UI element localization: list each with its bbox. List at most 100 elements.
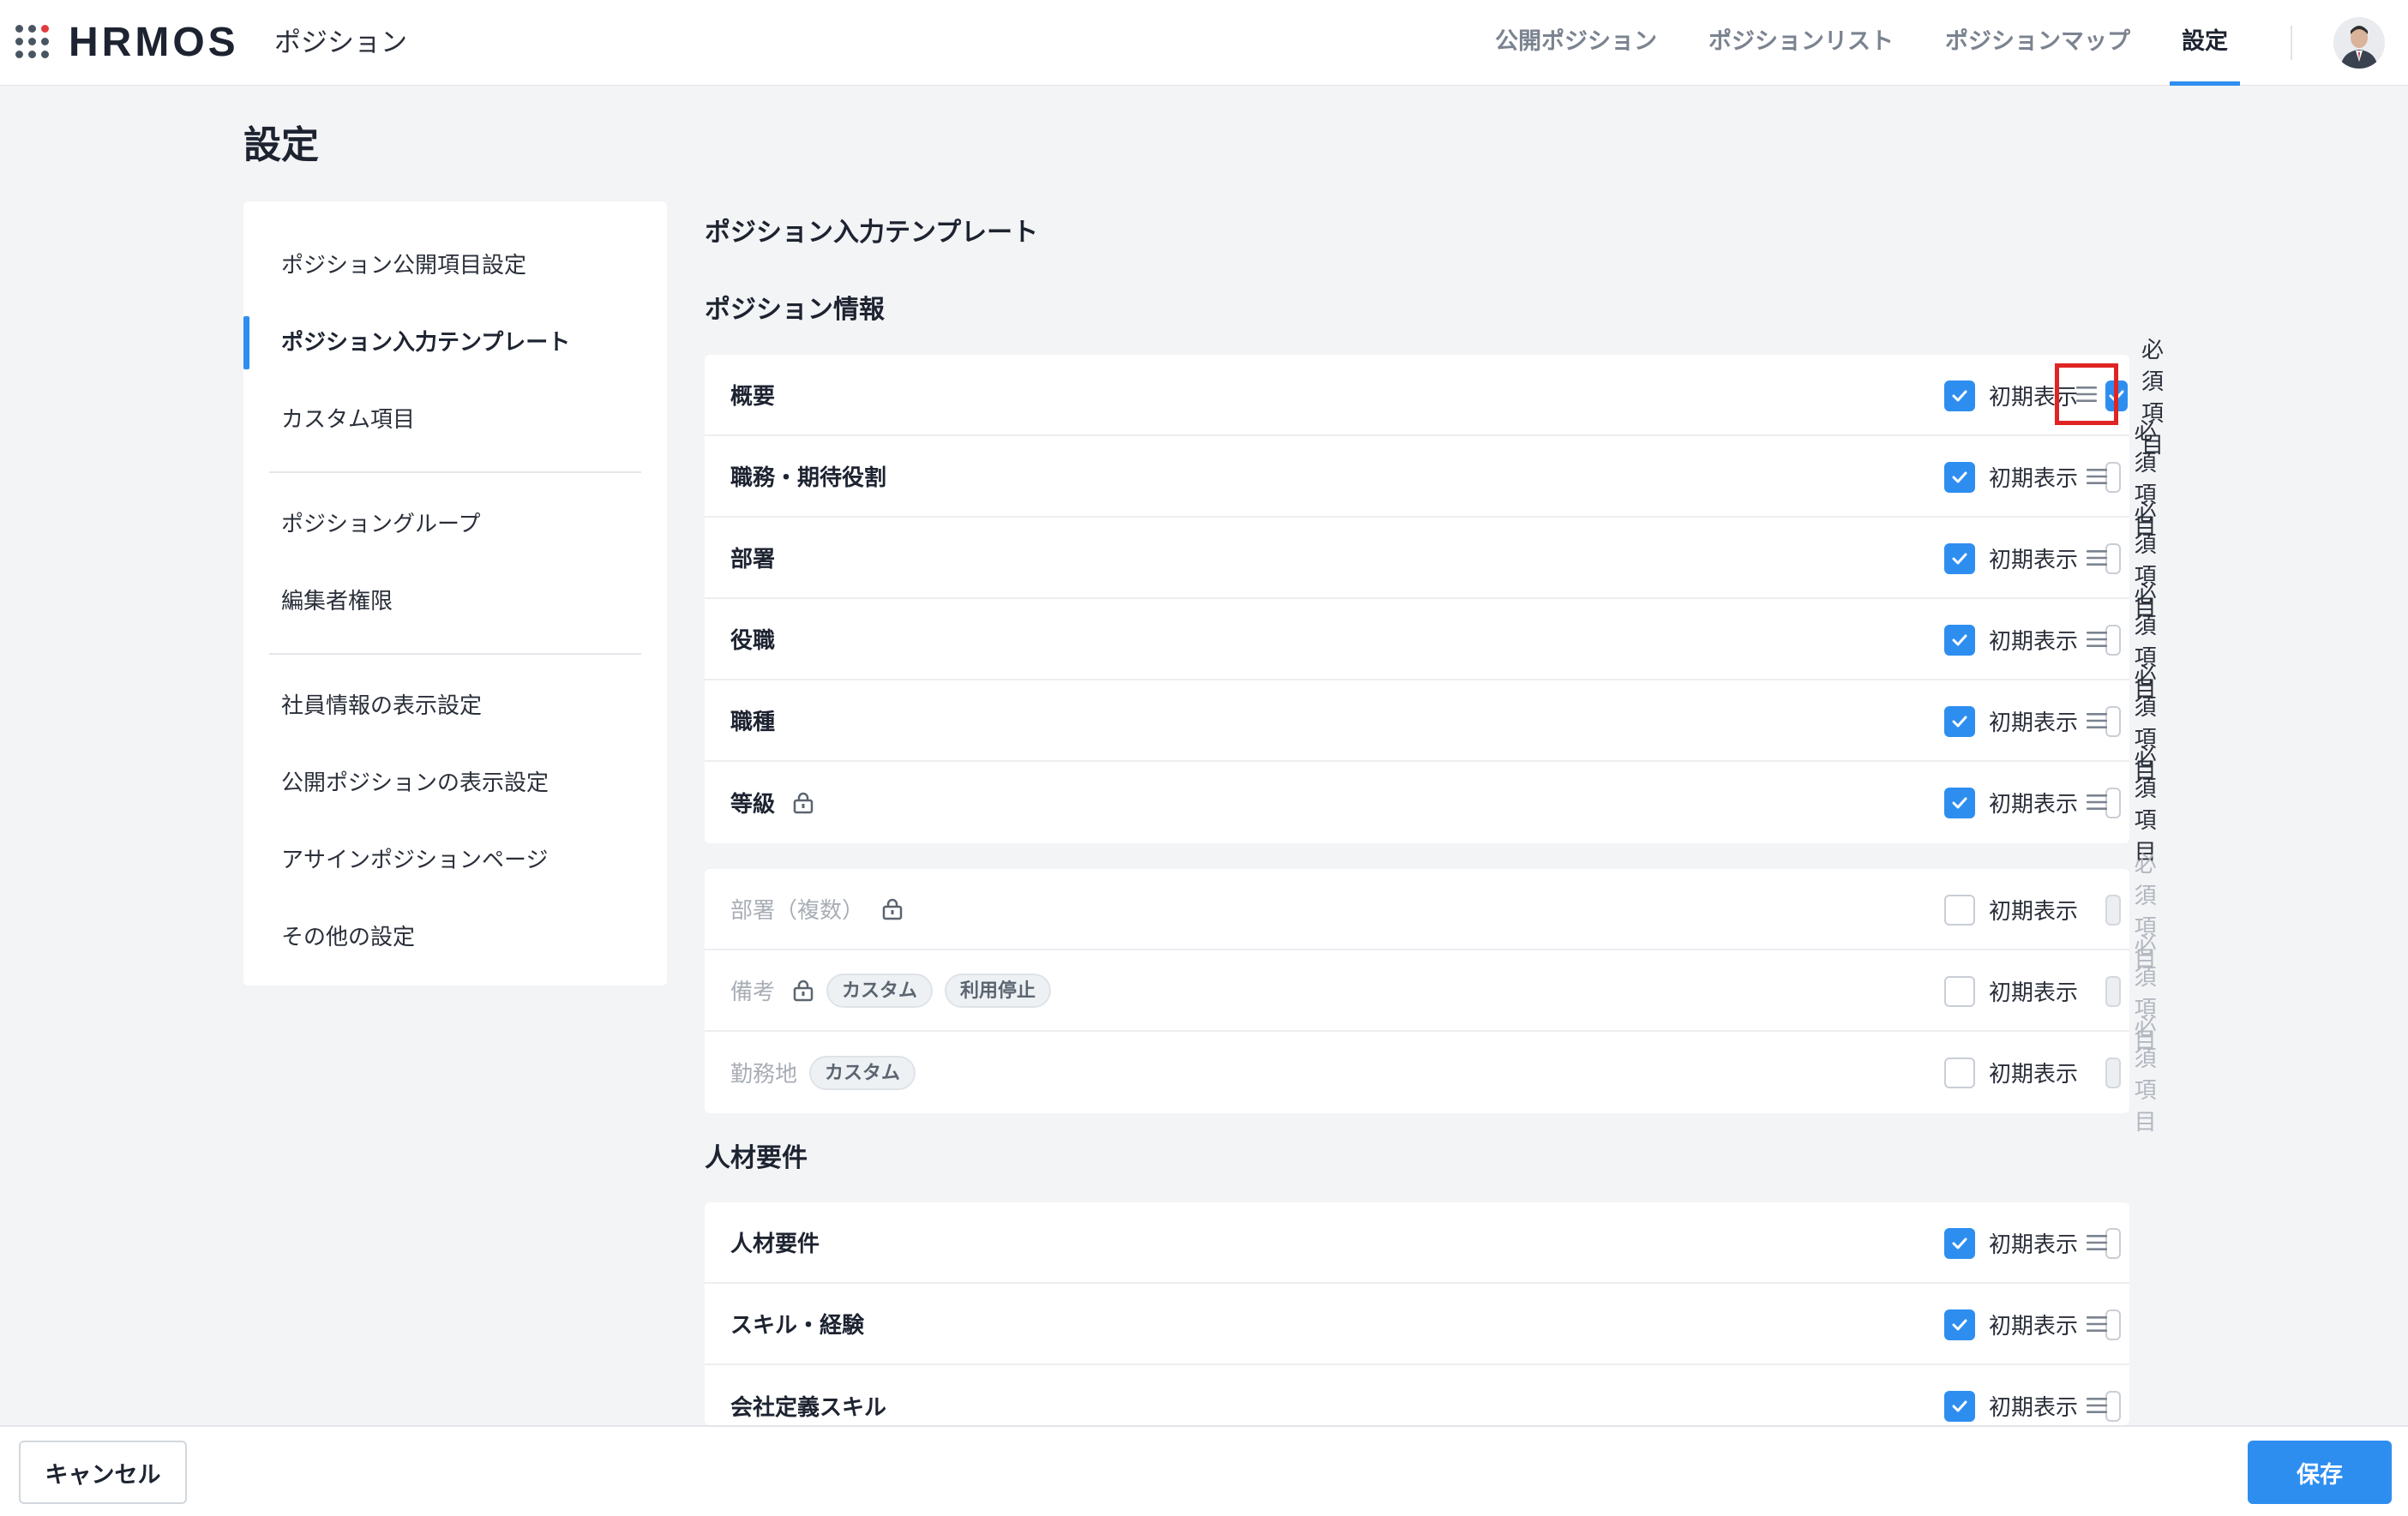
- sidebar-item[interactable]: カスタム項目: [243, 381, 667, 458]
- lock-icon: [792, 980, 814, 1002]
- nav-tab-2[interactable]: ポジションマップ: [1919, 0, 2156, 86]
- field-row[interactable]: 会社定義スキル初期表示必須項目: [705, 1365, 2129, 1425]
- drag-handle-icon[interactable]: [2080, 1307, 2114, 1341]
- nav-tab-0[interactable]: 公開ポジション: [1469, 0, 1683, 86]
- field-label-group: 会社定義スキル: [730, 1390, 886, 1422]
- field-row[interactable]: 概要 初期表示 必須項目: [705, 338, 2164, 458]
- drag-handle-icon[interactable]: [2080, 1388, 2114, 1423]
- initial-display-label: 初期表示: [1989, 1395, 2079, 1421]
- sidebar-item[interactable]: ポジショングループ: [243, 486, 667, 563]
- field-label-group: 部署（複数）: [730, 893, 904, 925]
- field-label-group: 役職: [730, 623, 775, 655]
- drag-handle-icon[interactable]: [2080, 459, 2114, 494]
- initial-display-toggle[interactable]: 初期表示: [1944, 680, 2078, 762]
- initial-display-checkbox[interactable]: [1944, 624, 1975, 656]
- sidebar-item[interactable]: アサインポジションページ: [243, 822, 667, 899]
- initial-display-checkbox[interactable]: [1944, 461, 1975, 493]
- app-switcher-icon[interactable]: [15, 25, 50, 59]
- initial-display-checkbox[interactable]: [1944, 1227, 1975, 1259]
- initial-display-toggle[interactable]: 初期表示: [1944, 355, 2078, 436]
- sidebar-item[interactable]: その他の設定: [243, 899, 667, 976]
- initial-display-toggle[interactable]: 初期表示: [1944, 518, 2078, 599]
- lock-icon: [792, 792, 814, 814]
- initial-display-checkbox[interactable]: [1944, 975, 1975, 1007]
- initial-display-checkbox[interactable]: [1944, 1057, 1975, 1088]
- field-label: 職種: [730, 710, 776, 735]
- field-label-group: 概要: [730, 379, 775, 410]
- field-row[interactable]: 人材要件初期表示必須項目: [705, 1202, 2129, 1284]
- nav-tab-1[interactable]: ポジションリスト: [1683, 0, 1919, 86]
- field-row: 勤務地 カスタム 初期表示 必須項目: [705, 1015, 2157, 1136]
- disabled-fields-card: 部署（複数） 初期表示 必須項目 備考 カスタム 利用停止 初期表示 必須項目 勤務地 カスタム初…: [705, 852, 2157, 1136]
- footer-bar: キャンセル 保存: [0, 1425, 2408, 1516]
- position-info-card: 概要 初期表示 必須項目 職務・期待役割 初期表示 必須項目 部署 初期表示 必須項目 役職 初期表…: [705, 338, 2164, 866]
- required-toggle[interactable]: 必須項目: [2105, 745, 2172, 866]
- talent-requirements-card: 人材要件初期表示必須項目スキル・経験初期表示必須項目会社定義スキル初期表示必須項…: [705, 1202, 2129, 1425]
- initial-display-checkbox[interactable]: [1944, 1309, 1975, 1340]
- field-label-group: 職種: [730, 704, 775, 736]
- drag-handle-icon[interactable]: [2080, 785, 2114, 819]
- initial-display-checkbox[interactable]: [1944, 542, 1975, 574]
- field-label-group: 等級: [730, 787, 814, 818]
- initial-display-toggle[interactable]: 初期表示: [1944, 762, 2078, 843]
- field-label: 役職: [730, 628, 776, 654]
- initial-display-toggle[interactable]: 初期表示: [1944, 1365, 2078, 1425]
- field-row[interactable]: スキル・経験初期表示必須項目: [705, 1284, 2129, 1365]
- field-label-group: 勤務地 カスタム: [730, 1055, 916, 1090]
- initial-display-toggle[interactable]: 初期表示: [1944, 1284, 2078, 1365]
- field-row[interactable]: 職務・期待役割 初期表示 必須項目: [705, 419, 2157, 540]
- required-checkbox: [2105, 975, 2121, 1007]
- initial-display-label: 初期表示: [1989, 710, 2079, 736]
- initial-display-label: 初期表示: [1989, 1232, 2079, 1258]
- sidebar-item[interactable]: 社員情報の表示設定: [243, 668, 667, 745]
- lock-icon: [881, 898, 904, 920]
- initial-display-label: 初期表示: [1989, 1314, 2079, 1339]
- initial-display-toggle[interactable]: 初期表示: [1944, 950, 2078, 1032]
- field-row[interactable]: 部署 初期表示 必須項目: [705, 500, 2157, 621]
- nav-tab-3[interactable]: 設定: [2156, 0, 2254, 86]
- template-heading: ポジション入力テンプレート: [705, 218, 1039, 248]
- field-label: 職務・期待役割: [730, 465, 887, 491]
- initial-display-checkbox[interactable]: [1944, 894, 1975, 926]
- initial-display-label: 初期表示: [1989, 792, 2079, 818]
- initial-display-toggle[interactable]: 初期表示: [1944, 1032, 2078, 1113]
- field-row[interactable]: 役職 初期表示 必須項目: [705, 582, 2157, 703]
- initial-display-checkbox[interactable]: [1944, 787, 1975, 818]
- user-avatar[interactable]: [2333, 17, 2385, 69]
- sidebar-item[interactable]: 公開ポジションの表示設定: [243, 745, 667, 822]
- field-label-group: 備考 カスタム 利用停止: [730, 973, 1052, 1008]
- sidebar-item[interactable]: ポジション公開項目設定: [243, 227, 667, 304]
- field-row[interactable]: 職種 初期表示 必須項目: [705, 663, 2157, 784]
- field-tag: カスタム: [826, 973, 934, 1008]
- field-row[interactable]: 等級 初期表示 必須項目: [705, 745, 2157, 866]
- initial-display-checkbox[interactable]: [1944, 1390, 1975, 1422]
- initial-display-toggle[interactable]: 初期表示: [1944, 599, 2078, 680]
- drag-handle-icon[interactable]: [2080, 1225, 2114, 1260]
- drag-handle-icon[interactable]: [2080, 704, 2114, 738]
- field-label: スキル・経験: [730, 1313, 865, 1339]
- drag-handle-icon[interactable]: [2080, 541, 2114, 575]
- field-row: 部署（複数） 初期表示 必須項目: [705, 852, 2157, 973]
- initial-display-label: 初期表示: [1989, 466, 2079, 492]
- initial-display-checkbox[interactable]: [1944, 380, 1975, 411]
- sidebar-divider: [269, 653, 641, 655]
- cancel-button[interactable]: キャンセル: [19, 1441, 187, 1504]
- initial-display-label: 初期表示: [1989, 1062, 2079, 1088]
- initial-display-label: 初期表示: [1989, 899, 2079, 925]
- field-row: 備考 カスタム 利用停止 初期表示 必須項目: [705, 933, 2157, 1054]
- initial-display-toggle[interactable]: 初期表示: [1944, 869, 2078, 950]
- initial-display-toggle[interactable]: 初期表示: [1944, 436, 2078, 518]
- initial-display-toggle[interactable]: 初期表示: [1944, 1202, 2078, 1284]
- field-label: 備考: [730, 980, 776, 1005]
- drag-handle-icon[interactable]: [2080, 622, 2114, 656]
- nav-divider: [2291, 26, 2292, 60]
- sidebar-divider: [269, 471, 641, 473]
- save-button[interactable]: 保存: [2248, 1441, 2392, 1504]
- sidebar-item[interactable]: 編集者権限: [243, 563, 667, 640]
- hrmos-logo[interactable]: HRMOS: [69, 17, 239, 69]
- field-label: 勤務地: [730, 1062, 798, 1088]
- sidebar-item[interactable]: ポジション入力テンプレート: [243, 304, 667, 381]
- field-label-group: 人材要件: [730, 1226, 820, 1258]
- drag-handle-icon[interactable]: [2055, 363, 2118, 425]
- initial-display-checkbox[interactable]: [1944, 705, 1975, 737]
